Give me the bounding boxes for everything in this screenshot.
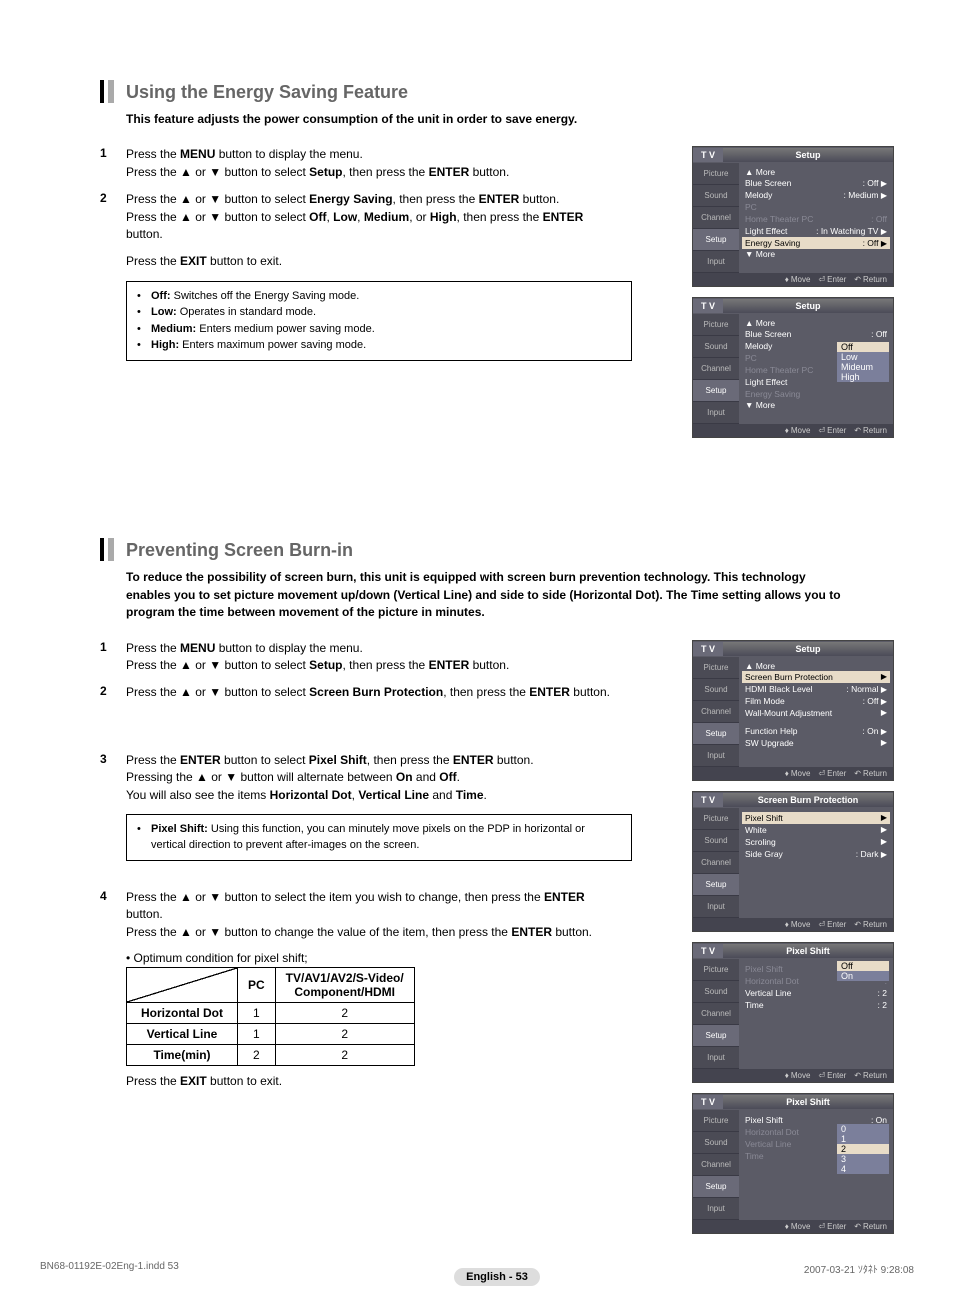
note-label: Low: <box>151 306 177 318</box>
low-label: Low <box>333 210 357 224</box>
osd-dropdown: Off Low Mideum High <box>833 342 889 382</box>
osd-more-up: ▲ More <box>745 167 887 177</box>
header-bar-light <box>108 80 114 103</box>
osd-tab-channel: Channel <box>693 207 739 229</box>
section-title: Using the Energy Saving Feature <box>126 80 408 103</box>
enter-label: ENTER <box>429 165 470 179</box>
col-pc: PC <box>238 968 276 1003</box>
medium-label: Medium <box>364 210 409 224</box>
osd-tab-sound: Sound <box>693 185 739 207</box>
osd-row: PC <box>745 201 887 213</box>
t: button. <box>469 165 509 179</box>
osd-setup-sbp: T V Setup Picture Sound Channel Setup In… <box>692 640 894 781</box>
osd-dropdown: 0 1 2 3 4 <box>833 1124 889 1174</box>
osd-tv: T V <box>693 299 723 313</box>
step-number: 2 <box>100 191 126 205</box>
section-header: Preventing Screen Burn-in <box>100 538 894 561</box>
osd-pixel-shift-values: T V Pixel Shift Picture Sound Channel Se… <box>692 1093 894 1234</box>
osd-tabs: Picture Sound Channel Setup Input <box>693 314 739 424</box>
step-2: 2 Press the ▲ or ▼ button to select Ener… <box>100 191 610 271</box>
osd-tab-picture: Picture <box>693 163 739 185</box>
step-body: Press the MENU button to display the men… <box>126 146 509 181</box>
osd-title: Setup <box>723 299 893 313</box>
step-1: 1 Press the MENU button to display the m… <box>100 640 610 675</box>
section-title: Preventing Screen Burn-in <box>126 538 353 561</box>
pixel-shift-note: •Pixel Shift: Using this function, you c… <box>126 814 632 861</box>
t: Press the <box>126 147 180 161</box>
osd-tabs: Picture Sound Channel Setup Input <box>693 163 739 273</box>
step-1: 1 Press the MENU button to display the m… <box>100 146 610 181</box>
step-3: 3 Press the ENTER button to select Pixel… <box>100 752 610 804</box>
osd-option: High <box>837 372 889 382</box>
osd-row-highlight: Energy Saving: Off ▶ <box>742 237 890 249</box>
osd-more-down: ▼ More <box>745 249 887 259</box>
osd-sbp-menu: T V Screen Burn Protection Picture Sound… <box>692 791 894 932</box>
note-text: Enters medium power saving mode. <box>196 323 375 335</box>
table-row: Time(min) 2 2 <box>127 1045 415 1066</box>
note-label: Medium: <box>151 323 196 335</box>
header-bar-dark <box>100 80 104 103</box>
diag-header <box>127 968 238 1003</box>
t: button. <box>126 227 163 241</box>
off-label: Off <box>309 210 326 224</box>
print-date: 2007-03-21 ｿﾀﾈﾄ 9:28:08 <box>804 1261 914 1276</box>
exit-label: EXIT <box>180 254 207 268</box>
osd-option: Off <box>837 342 889 352</box>
osd-tv: T V <box>693 148 723 162</box>
note-text: Switches off the Energy Saving mode. <box>171 290 360 302</box>
osd-pixel-shift-toggle: T V Pixel Shift Picture Sound Channel Se… <box>692 942 894 1083</box>
osd-tab-input: Input <box>693 251 739 273</box>
step-4: 4 Press the ▲ or ▼ button to select the … <box>100 889 610 941</box>
t: button to exit. <box>207 254 282 268</box>
note-label: Off: <box>151 290 171 302</box>
note-label: High: <box>151 339 179 351</box>
t: Press the ▲ or ▼ button to select <box>126 165 309 179</box>
osd-footer: ♦ Move ⏎ Enter ↶ Return <box>693 273 893 286</box>
step-body: Press the ▲ or ▼ button to select Energy… <box>126 191 610 271</box>
t: Press the ▲ or ▼ button to select <box>126 210 309 224</box>
osd-row: Home Theater PC: Off <box>745 213 887 225</box>
osd-title: Setup <box>723 148 893 162</box>
setup-label: Setup <box>309 165 342 179</box>
energy-saving-label: Energy Saving <box>309 192 392 206</box>
step-2: 2 Press the ▲ or ▼ button to select Scre… <box>100 684 610 701</box>
osd-row: Blue Screen: Off ▶ <box>745 177 887 189</box>
mode-notes: •Off: Switches off the Energy Saving mod… <box>126 281 632 361</box>
print-meta: BN68-01192E-02Eng-1.indd 53 2007-03-21 ｿ… <box>40 1261 914 1276</box>
table-row: Vertical Line 1 2 <box>127 1024 415 1045</box>
section-header: Using the Energy Saving Feature <box>100 80 894 103</box>
t: , then press the <box>457 210 543 224</box>
t: button to display the menu. <box>215 147 362 161</box>
t: button. <box>519 192 559 206</box>
step-number: 1 <box>100 146 126 160</box>
optimum-table: PC TV/AV1/AV2/S-Video/ Component/HDMI Ho… <box>126 967 415 1066</box>
section-intro: This feature adjusts the power consumpti… <box>126 111 894 128</box>
t: , then press the <box>393 192 479 206</box>
section-intro: To reduce the possibility of screen burn… <box>126 569 846 621</box>
enter-label: ENTER <box>543 210 584 224</box>
t: Press the ▲ or ▼ button to select <box>126 192 309 206</box>
osd-option: Mideum <box>837 362 889 372</box>
source-file: BN68-01192E-02Eng-1.indd 53 <box>40 1261 179 1276</box>
t: Press the <box>126 254 180 268</box>
osd-dropdown: Off On <box>833 961 889 981</box>
osd-setup-energy: T V Setup Picture Sound Channel Setup In… <box>692 146 894 287</box>
menu-label: MENU <box>180 147 215 161</box>
table-row: Horizontal Dot 1 2 <box>127 1003 415 1024</box>
col-other: TV/AV1/AV2/S-Video/ Component/HDMI <box>275 968 414 1003</box>
note-text: Operates in standard mode. <box>177 306 316 318</box>
osd-setup-energy-options: T V Setup Picture Sound Channel Setup In… <box>692 297 894 438</box>
t: , then press the <box>343 165 429 179</box>
enter-label: ENTER <box>479 192 520 206</box>
high-label: High <box>430 210 457 224</box>
osd-tab-setup: Setup <box>693 229 739 251</box>
note-text: Enters maximum power saving mode. <box>179 339 366 351</box>
osd-row: Light Effect: In Watching TV ▶ <box>745 225 887 237</box>
optimum-label: • Optimum condition for pixel shift; <box>126 951 674 965</box>
osd-option: Low <box>837 352 889 362</box>
osd-row: Melody: Medium ▶ <box>745 189 887 201</box>
